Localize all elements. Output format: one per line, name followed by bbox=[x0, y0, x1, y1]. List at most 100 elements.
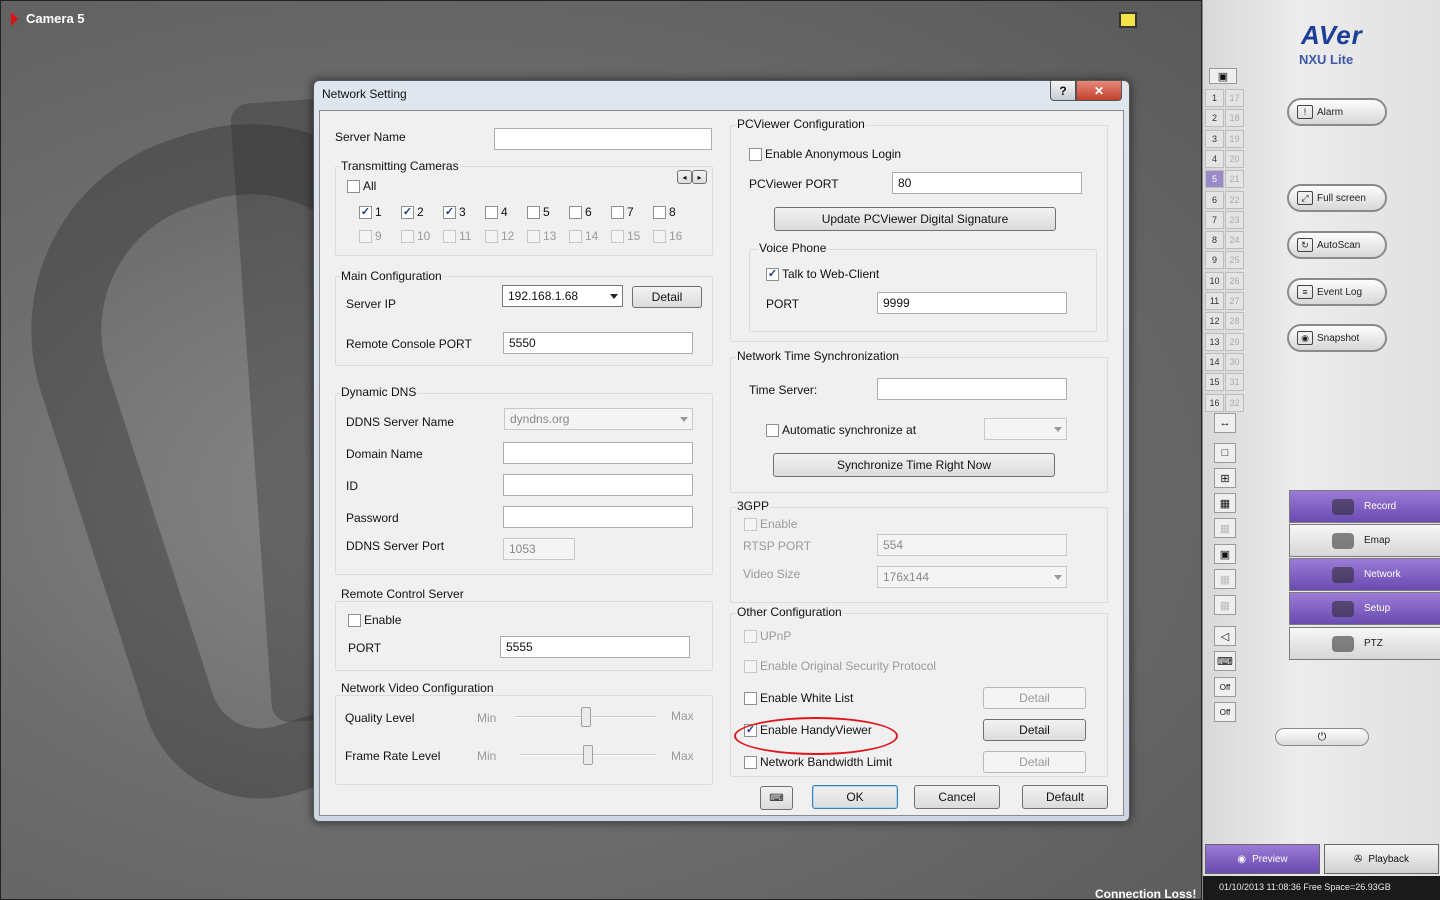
all-checkbox-box[interactable] bbox=[347, 179, 360, 193]
channel-button-27[interactable]: 27 bbox=[1225, 292, 1244, 310]
channel-button-28[interactable]: 28 bbox=[1225, 312, 1244, 331]
channel-button-32[interactable]: 32 bbox=[1225, 393, 1244, 412]
tab-playback[interactable]: ✇ Playback bbox=[1324, 844, 1439, 874]
layout-13-icon[interactable]: ▦ bbox=[1214, 569, 1236, 589]
channel-button-7[interactable]: 7 bbox=[1205, 210, 1224, 229]
menu-emap[interactable]: Emap bbox=[1289, 524, 1440, 557]
camera-checkbox-box[interactable] bbox=[653, 205, 666, 219]
channel-button-16[interactable]: 16 bbox=[1205, 393, 1224, 412]
video-size-select[interactable]: 176x144 bbox=[877, 566, 1067, 588]
camera-checkbox-box[interactable] bbox=[569, 205, 582, 219]
default-button[interactable]: Default bbox=[1022, 785, 1108, 809]
bandwidth-limit-checkbox[interactable]: Network Bandwidth Limit bbox=[744, 755, 892, 769]
camera-checkbox-14[interactable]: 14 bbox=[569, 229, 598, 243]
camera-checkbox-7[interactable]: 7 bbox=[611, 205, 634, 219]
layout-6-icon[interactable]: ▣ bbox=[1214, 544, 1236, 564]
channel-button-15[interactable]: 15 bbox=[1205, 373, 1224, 392]
channel-button-29[interactable]: 29 bbox=[1225, 332, 1244, 351]
upnp-box[interactable] bbox=[744, 629, 757, 643]
camera-checkbox-box[interactable] bbox=[611, 229, 624, 243]
ddns-server-port-input[interactable]: 1053 bbox=[503, 538, 575, 560]
channel-button-20[interactable]: 20 bbox=[1225, 149, 1244, 168]
id-input[interactable] bbox=[503, 474, 693, 496]
channel-button-17[interactable]: 17 bbox=[1225, 89, 1244, 107]
rcs-enable-box[interactable] bbox=[348, 613, 361, 627]
channel-button-10[interactable]: 10 bbox=[1205, 271, 1224, 290]
camera-checkbox-9[interactable]: 9 bbox=[359, 229, 382, 243]
menu-setup[interactable]: Setup bbox=[1289, 592, 1440, 625]
talk-to-web-client-checkbox[interactable]: ✓ Talk to Web-Client bbox=[766, 267, 879, 281]
camera-checkbox-box[interactable]: ✓ bbox=[359, 205, 372, 219]
channel-button-2[interactable]: 2 bbox=[1205, 109, 1224, 128]
quality-slider[interactable] bbox=[515, 707, 656, 727]
channel-button-4[interactable]: 4 bbox=[1205, 149, 1224, 168]
channel-button-3[interactable]: 3 bbox=[1205, 129, 1224, 148]
off-toggle-icon[interactable]: Off bbox=[1214, 677, 1236, 697]
camera-checkbox-2[interactable]: ✓ 2 bbox=[401, 205, 424, 219]
power-button[interactable]: ⏻ bbox=[1275, 728, 1369, 746]
pcviewer-port-input[interactable]: 80 bbox=[892, 172, 1082, 194]
prev-page-button[interactable]: ◂ bbox=[677, 170, 692, 184]
camera-checkbox-box[interactable] bbox=[611, 205, 624, 219]
camera-checkbox-11[interactable]: 11 bbox=[443, 229, 471, 243]
channel-button-6[interactable]: 6 bbox=[1205, 190, 1224, 209]
camera-checkbox-13[interactable]: 13 bbox=[527, 229, 556, 243]
channel-arrows-icon[interactable]: ↔ bbox=[1214, 413, 1236, 433]
domain-name-input[interactable] bbox=[503, 442, 693, 464]
menu-network[interactable]: Network bbox=[1289, 558, 1440, 591]
camera-checkbox-6[interactable]: 6 bbox=[569, 205, 592, 219]
password-input[interactable] bbox=[503, 506, 693, 528]
off-toggle-2-icon[interactable]: Off bbox=[1214, 702, 1236, 722]
snapshot-button[interactable]: ◉ Snapshot bbox=[1287, 324, 1387, 352]
original-security-checkbox[interactable]: Enable Original Security Protocol bbox=[744, 659, 936, 673]
auto-sync-checkbox[interactable]: Automatic synchronize at bbox=[766, 423, 916, 437]
bandwidth-limit-box[interactable] bbox=[744, 755, 757, 769]
handyviewer-detail-button[interactable]: Detail bbox=[983, 719, 1086, 741]
layout-4-icon[interactable]: ⊞ bbox=[1214, 468, 1236, 488]
channel-button-11[interactable]: 11 bbox=[1205, 292, 1224, 310]
keyboard-icon[interactable]: ⌨ bbox=[1214, 651, 1236, 671]
rtsp-port-input[interactable]: 554 bbox=[877, 534, 1067, 556]
auto-sync-box[interactable] bbox=[766, 423, 779, 437]
channel-button-21[interactable]: 21 bbox=[1225, 170, 1244, 189]
camera-checkbox-box[interactable] bbox=[443, 229, 456, 243]
menu-record[interactable]: Record bbox=[1289, 490, 1440, 523]
camera-checkbox-box[interactable] bbox=[527, 205, 540, 219]
original-security-box[interactable] bbox=[744, 659, 757, 673]
alarm-button[interactable]: ! Alarm bbox=[1287, 98, 1387, 126]
keyboard-icon[interactable]: ⌨ bbox=[760, 786, 793, 810]
channel-button-22[interactable]: 22 bbox=[1225, 190, 1244, 209]
main-detail-button[interactable]: Detail bbox=[632, 286, 702, 308]
talk-to-web-client-box[interactable]: ✓ bbox=[766, 267, 779, 281]
channel-button-26[interactable]: 26 bbox=[1225, 271, 1244, 290]
camera-checkbox-box[interactable] bbox=[359, 229, 372, 243]
upnp-checkbox[interactable]: UPnP bbox=[744, 629, 791, 643]
camera-checkbox-box[interactable] bbox=[653, 229, 666, 243]
channel-button-23[interactable]: 23 bbox=[1225, 210, 1244, 229]
rcs-enable-checkbox[interactable]: Enable bbox=[348, 613, 401, 627]
remote-console-port-input[interactable]: 5550 bbox=[503, 332, 693, 354]
ddns-server-select[interactable]: dyndns.org bbox=[504, 408, 693, 430]
help-button[interactable]: ? bbox=[1050, 81, 1076, 101]
layout-1-icon[interactable]: □ bbox=[1214, 443, 1236, 463]
channel-button-19[interactable]: 19 bbox=[1225, 129, 1244, 148]
channel-button-1[interactable]: 1 bbox=[1205, 89, 1224, 107]
synchronize-now-button[interactable]: Synchronize Time Right Now bbox=[773, 453, 1055, 477]
camera-checkbox-box[interactable] bbox=[569, 229, 582, 243]
camera-checkbox-5[interactable]: 5 bbox=[527, 205, 550, 219]
camera-checkbox-box[interactable] bbox=[527, 229, 540, 243]
auto-sync-time-select[interactable] bbox=[984, 418, 1067, 440]
camera-checkbox-4[interactable]: 4 bbox=[485, 205, 508, 219]
quality-slider-thumb[interactable] bbox=[580, 707, 591, 727]
camera-checkbox-15[interactable]: 15 bbox=[611, 229, 640, 243]
channel-button-8[interactable]: 8 bbox=[1205, 231, 1224, 250]
channel-group-icon[interactable]: ▣ bbox=[1209, 68, 1237, 84]
tab-preview[interactable]: ◉ Preview bbox=[1205, 844, 1320, 874]
camera-checkbox-box[interactable]: ✓ bbox=[401, 205, 414, 219]
bandwidth-detail-button[interactable]: Detail bbox=[983, 751, 1086, 773]
speaker-icon[interactable]: ◁ bbox=[1214, 626, 1236, 646]
white-list-detail-button[interactable]: Detail bbox=[983, 687, 1086, 709]
camera-checkbox-3[interactable]: ✓ 3 bbox=[443, 205, 466, 219]
channel-button-25[interactable]: 25 bbox=[1225, 251, 1244, 270]
channel-button-12[interactable]: 12 bbox=[1205, 312, 1224, 331]
